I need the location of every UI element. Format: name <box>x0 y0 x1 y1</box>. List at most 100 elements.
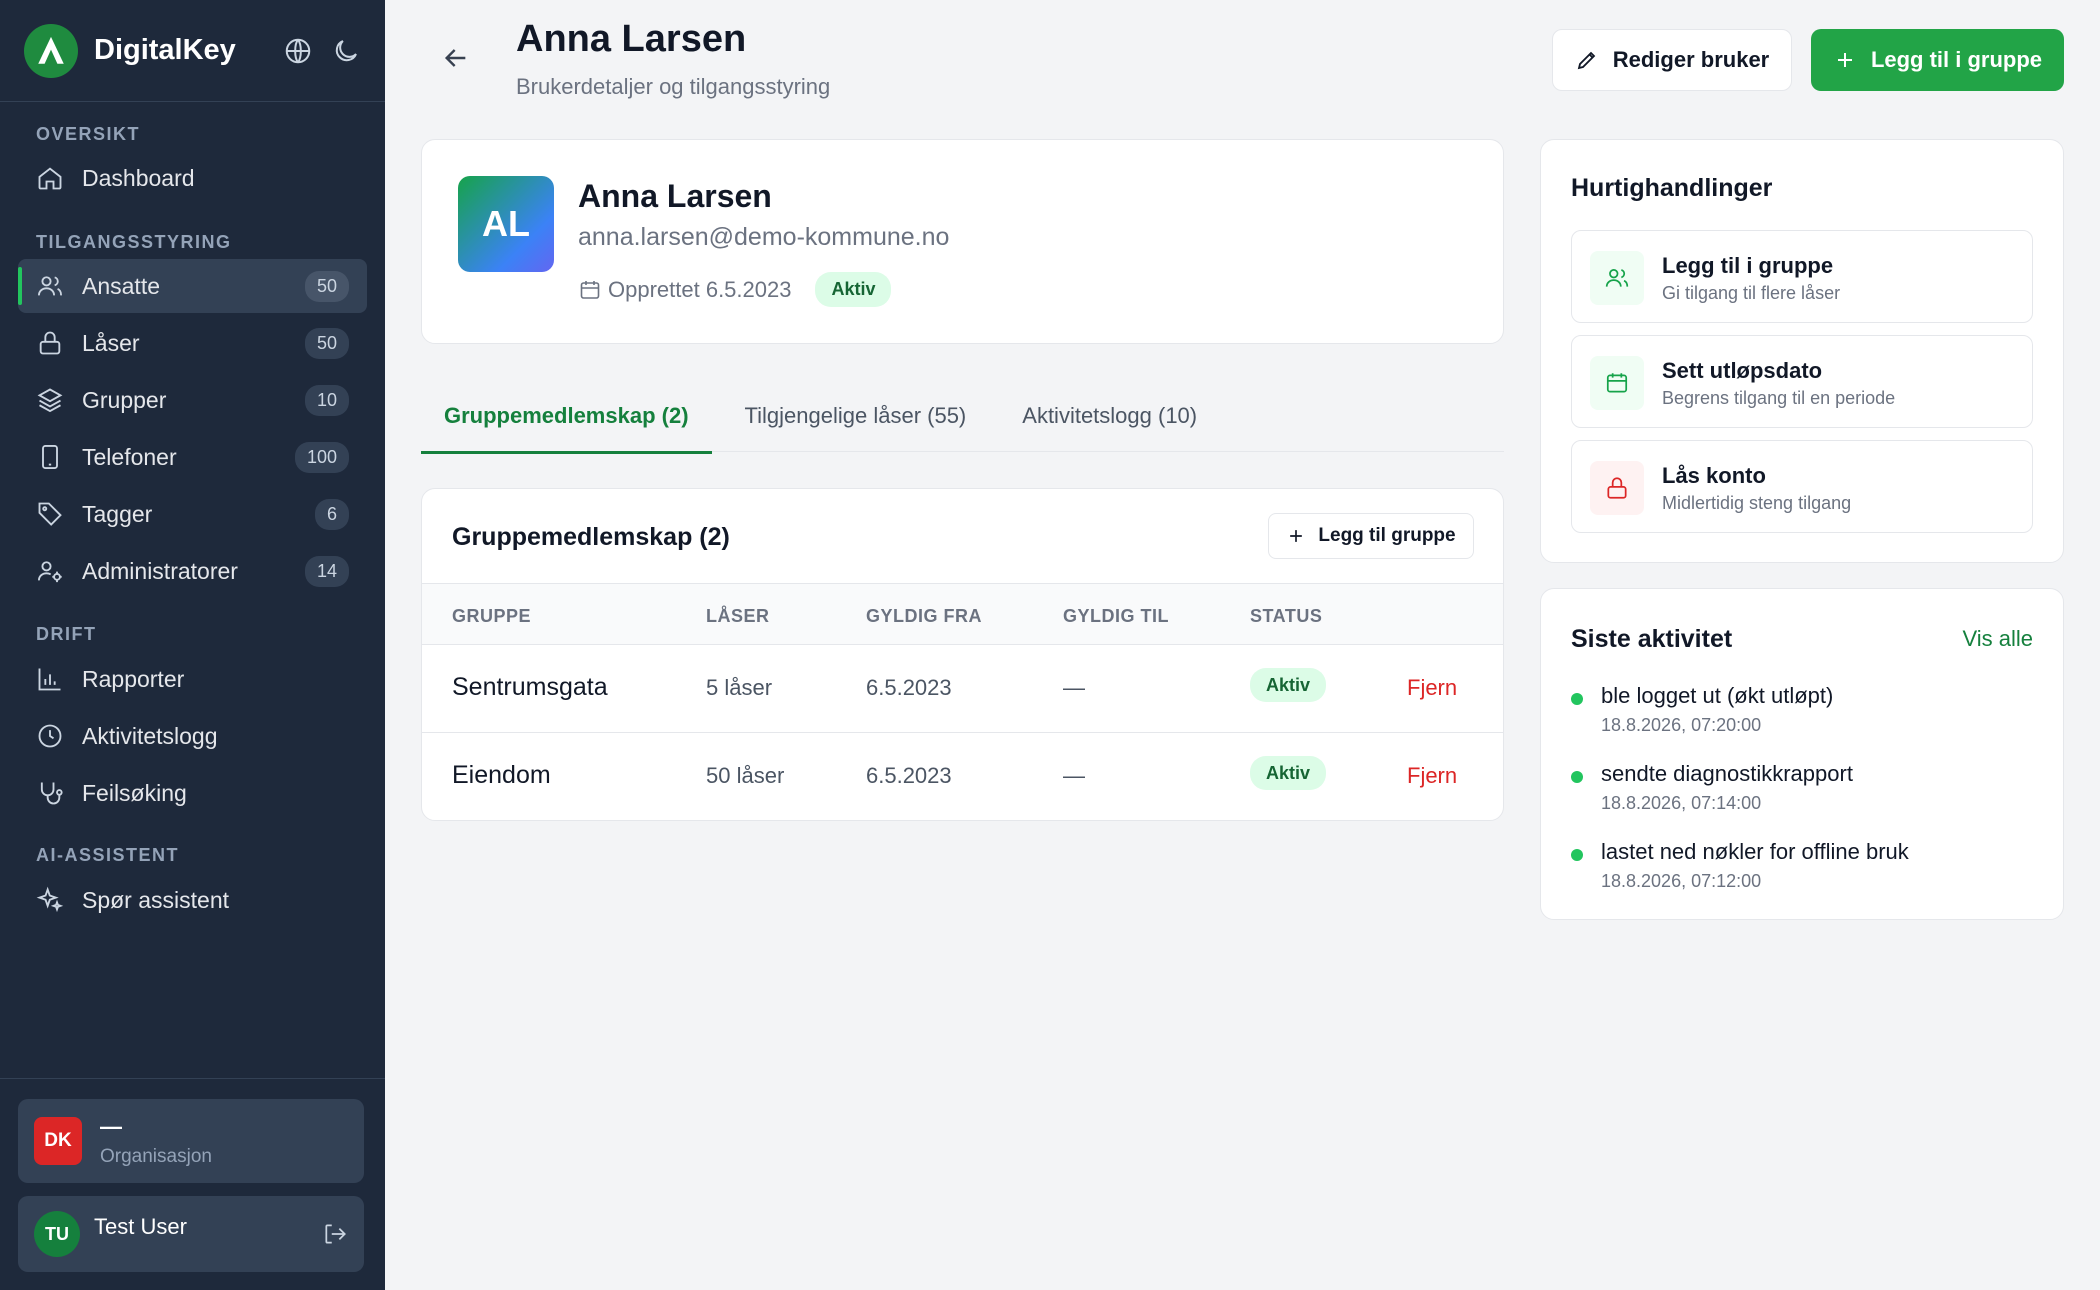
status-badge: Aktiv <box>1250 756 1327 790</box>
sidebar-item-label: Ansatte <box>82 272 160 299</box>
page-title: Anna Larsen <box>516 18 747 60</box>
section-title-ai-assistent: AI-ASSISTENT <box>36 845 180 865</box>
count-badge: 10 <box>304 384 349 416</box>
sidebar-item-tagger[interactable]: Tagger 6 <box>18 487 367 541</box>
sidebar-item-label: Aktivitetslogg <box>82 722 218 749</box>
lock-count: 5 låser <box>706 675 773 700</box>
count-badge: 14 <box>304 555 349 587</box>
page-subtitle: Brukerdetaljer og tilgangsstyring <box>516 74 831 99</box>
calendar-icon <box>580 280 600 299</box>
stethoscope-icon <box>36 779 64 807</box>
org-label: Organisasjon <box>100 1146 212 1167</box>
tab-aktivitetslogg[interactable]: Aktivitetslogg (10) <box>999 380 1220 452</box>
brand-name: DigitalKey <box>94 34 236 66</box>
sidebar-item-label: Tagger <box>82 500 153 527</box>
recent-activity-card: Siste aktivitet Vis alle ble logget ut (… <box>1540 588 2064 920</box>
globe-icon[interactable] <box>283 36 313 66</box>
column-header-laser[interactable]: LÅSER <box>706 606 770 627</box>
column-header-status[interactable]: STATUS <box>1250 606 1322 627</box>
edit-user-button[interactable]: Rediger bruker <box>1552 29 1792 91</box>
plus-icon <box>1290 530 1303 542</box>
sidebar-item-label: Grupper <box>82 386 167 413</box>
quick-action-lock-account[interactable]: Lås konto Midlertidig steng tilgang <box>1571 440 2033 533</box>
sidebar-item-telefoner[interactable]: Telefoner 100 <box>18 430 367 484</box>
plus-icon <box>1837 53 1852 67</box>
quick-action-set-expiry[interactable]: Sett utløpsdato Begrens tilgang til en p… <box>1571 335 2033 428</box>
valid-to: — <box>1063 763 1085 788</box>
home-icon <box>36 164 64 192</box>
sidebar: DigitalKey OVERSIKT Dashboard TILGANGSST… <box>0 0 385 1290</box>
activity-text: lastet ned nøkler for offline bruk <box>1601 839 1909 864</box>
lock-icon <box>1590 461 1644 515</box>
logo-icon[interactable] <box>24 23 78 78</box>
sidebar-item-label: Telefoner <box>82 443 177 470</box>
remove-button[interactable]: Fjern <box>1407 763 1457 789</box>
sidebar-item-label: Låser <box>82 329 140 356</box>
activity-time: 18.8.2026, 07:14:00 <box>1601 793 1762 813</box>
status-dot <box>1571 771 1583 783</box>
sidebar-item-feilsoking[interactable]: Feilsøking <box>18 766 367 820</box>
pencil-icon <box>1577 51 1596 70</box>
avatar: TU <box>34 1211 80 1257</box>
quick-action-add-to-group[interactable]: Legg til i gruppe Gi tilgang til flere l… <box>1571 230 2033 323</box>
quick-action-subtitle: Begrens tilgang til en periode <box>1662 388 1896 408</box>
count-badge: 50 <box>304 327 349 359</box>
sidebar-item-ansatte[interactable]: Ansatte 50 <box>18 259 367 313</box>
sidebar-item-grupper[interactable]: Grupper 10 <box>18 373 367 427</box>
sidebar-item-administratorer[interactable]: Administratorer 14 <box>18 544 367 598</box>
column-header-gyldig-til[interactable]: GYLDIG TIL <box>1063 606 1169 627</box>
sidebar-item-spor-assistent[interactable]: Spør assistent <box>18 873 367 927</box>
profile-meta: Opprettet 6.5.2023 Aktiv <box>578 272 892 307</box>
back-arrow-icon[interactable] <box>440 42 472 74</box>
sidebar-item-rapporter[interactable]: Rapporter <box>18 652 367 706</box>
sidebar-item-label: Spør assistent <box>82 886 229 913</box>
group-membership-title: Gruppemedlemskap (2) <box>452 523 730 551</box>
org-name: — <box>100 1114 122 1139</box>
sidebar-header: DigitalKey <box>0 0 385 102</box>
quick-action-title: Legg til i gruppe <box>1662 253 1834 278</box>
add-group-label: Legg til gruppe <box>1318 525 1456 546</box>
view-all-link[interactable]: Vis alle <box>1962 626 2033 652</box>
sidebar-item-dashboard[interactable]: Dashboard <box>18 151 367 205</box>
column-header-gruppe[interactable]: GRUPPE <box>452 606 531 627</box>
remove-button[interactable]: Fjern <box>1407 675 1457 701</box>
moon-icon[interactable] <box>331 36 361 66</box>
profile-card: AL Anna Larsen anna.larsen@demo-kommune.… <box>421 139 1504 344</box>
table-row: Eiendom 50 låser 6.5.2023 — Aktiv Fjern <box>422 733 1503 820</box>
tab-gruppemedlemskap[interactable]: Gruppemedlemskap (2) <box>421 380 712 454</box>
count-badge: 50 <box>304 270 349 302</box>
profile-email: anna.larsen@demo-kommune.no <box>578 223 950 251</box>
section-title-tilgangsstyring: TILGANGSSTYRING <box>36 232 232 252</box>
tag-icon <box>36 500 64 528</box>
valid-from: 6.5.2023 <box>866 763 952 788</box>
user-cog-icon <box>36 557 64 585</box>
sidebar-item-label: Rapporter <box>82 665 185 692</box>
sidebar-item-aktivitetslogg[interactable]: Aktivitetslogg <box>18 709 367 763</box>
clock-icon <box>36 722 64 750</box>
column-header-gyldig-fra[interactable]: GYLDIG FRA <box>866 606 982 627</box>
org-switcher[interactable]: DK — Organisasjon <box>18 1099 364 1183</box>
group-name[interactable]: Eiendom <box>452 761 551 790</box>
activity-time: 18.8.2026, 07:20:00 <box>1601 715 1762 735</box>
user-card[interactable]: TU Test User <box>18 1196 364 1272</box>
group-name[interactable]: Sentrumsgata <box>452 673 608 702</box>
users-icon <box>36 272 64 300</box>
sidebar-item-label: Feilsøking <box>82 779 187 806</box>
quick-actions-title: Hurtighandlinger <box>1571 174 1773 202</box>
add-group-button[interactable]: Legg til gruppe <box>1268 513 1474 559</box>
sparkles-icon <box>36 886 64 914</box>
add-to-group-button[interactable]: Legg til i gruppe <box>1811 29 2064 91</box>
sidebar-item-label: Dashboard <box>82 164 195 191</box>
logout-icon[interactable] <box>322 1221 348 1247</box>
status-badge: Aktiv <box>1250 668 1327 702</box>
layers-icon <box>36 386 64 414</box>
group-membership-card: Gruppemedlemskap (2) Legg til gruppe GRU… <box>421 488 1504 821</box>
tab-tilgjengelige-laser[interactable]: Tilgjengelige låser (55) <box>722 380 990 452</box>
count-badge: 6 <box>314 498 349 530</box>
activity-text: sendte diagnostikkrapport <box>1601 761 1853 786</box>
activity-time: 18.8.2026, 07:12:00 <box>1601 871 1762 891</box>
phone-icon <box>36 443 64 471</box>
section-title-drift: DRIFT <box>36 624 97 644</box>
sidebar-item-laser[interactable]: Låser 50 <box>18 316 367 370</box>
status-dot <box>1571 693 1583 705</box>
